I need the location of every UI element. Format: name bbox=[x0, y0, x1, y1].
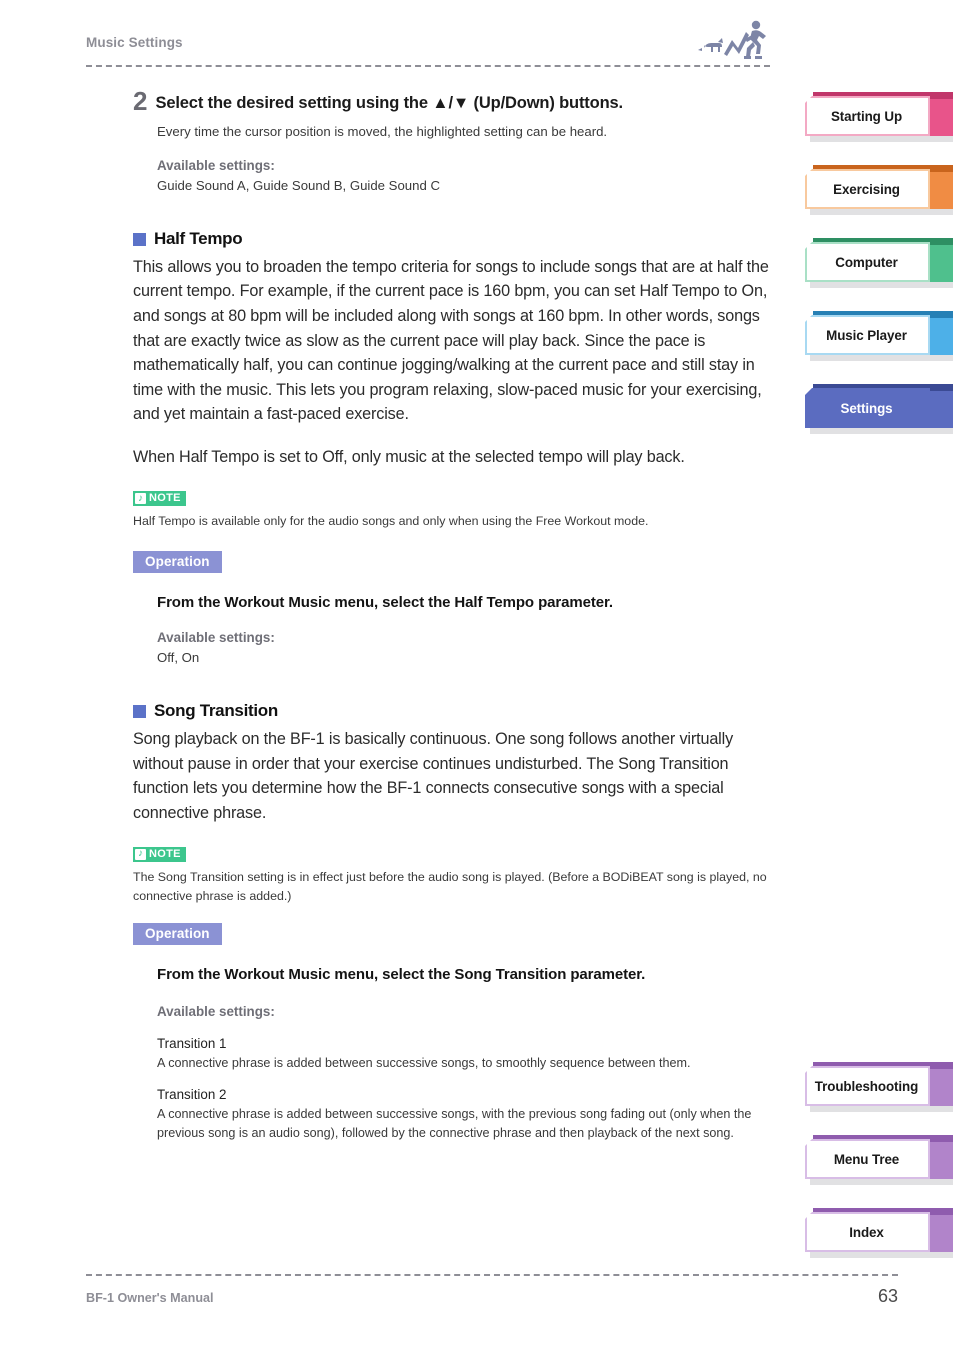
note-text: Half Tempo is available only for the aud… bbox=[133, 514, 649, 529]
operation-title: From the Workout Music menu, select the … bbox=[157, 966, 646, 984]
sidebar-item-label: Settings bbox=[840, 400, 893, 416]
step-available-label: Available settings: bbox=[157, 157, 275, 173]
sidebar-item-troubleshooting[interactable]: Troubleshooting bbox=[805, 1062, 953, 1112]
footer-manual-name: BF-1 Owner's Manual bbox=[86, 1291, 214, 1305]
section-song-transition: Song Transition Song playback on the BF-… bbox=[133, 701, 773, 1142]
section-heading-label: Half Tempo bbox=[154, 228, 243, 248]
sidebar-item-label: Menu Tree bbox=[833, 1151, 900, 1167]
note-badge-label: NOTE bbox=[149, 847, 181, 860]
sidebar-item-exercising[interactable]: Exercising bbox=[805, 165, 953, 215]
operation-badge: Operation bbox=[133, 550, 222, 573]
header-title: Music Settings bbox=[86, 35, 183, 50]
sidebar-item-computer[interactable]: Computer bbox=[805, 238, 953, 288]
option-description: A connective phrase is added between suc… bbox=[157, 1107, 752, 1140]
section-heading-half-tempo: Half Tempo bbox=[133, 229, 773, 249]
square-bullet-icon bbox=[133, 705, 146, 719]
page-header: Music Settings bbox=[86, 20, 770, 74]
operation-available-values: Off, On bbox=[157, 649, 200, 665]
music-note-icon: ♪ bbox=[135, 493, 146, 505]
note-badge: ♪ NOTE bbox=[133, 846, 186, 862]
sidebar-item-label: Troubleshooting bbox=[814, 1078, 919, 1094]
section-paragraph: Song playback on the BF-1 is basically c… bbox=[133, 729, 734, 822]
sidebar-item-label: Starting Up bbox=[830, 108, 903, 124]
note-block: ♪ NOTE The Song Transition setting is in… bbox=[133, 843, 773, 905]
section-half-tempo: Half Tempo This allows you to broaden th… bbox=[133, 229, 773, 667]
step-available-values: Guide Sound A, Guide Sound B, Guide Soun… bbox=[157, 177, 440, 193]
option-item: Transition 1 A connective phrase is adde… bbox=[157, 1034, 773, 1073]
music-note-icon: ♪ bbox=[135, 848, 146, 860]
header-divider bbox=[86, 65, 770, 67]
sidebar-item-label: Index bbox=[849, 1224, 884, 1240]
step-heading: 2 Select the desired setting using the ▲… bbox=[133, 86, 773, 114]
sidebar-item-starting-up[interactable]: Starting Up bbox=[805, 92, 953, 142]
manual-page: Music Settings 2 Select the desired sett… bbox=[0, 0, 954, 1351]
note-text: The Song Transition setting is in effect… bbox=[133, 869, 767, 903]
operation-available-label: Available settings: bbox=[157, 1004, 275, 1020]
sidebar-item-menu-tree[interactable]: Menu Tree bbox=[805, 1135, 953, 1185]
option-description: A connective phrase is added between suc… bbox=[157, 1056, 691, 1071]
main-content: 2 Select the desired setting using the ▲… bbox=[133, 86, 773, 1142]
runner-with-dog-icon bbox=[686, 18, 772, 62]
operation-block: Operation From the Workout Music menu, s… bbox=[133, 550, 773, 667]
sidebar-tabs-bottom: Troubleshooting Menu Tree Index bbox=[805, 1062, 953, 1281]
footer-page-number: 63 bbox=[877, 1286, 898, 1306]
operation-badge: Operation bbox=[133, 923, 222, 946]
note-block: ♪ NOTE Half Tempo is available only for … bbox=[133, 488, 773, 531]
sidebar-item-label: Exercising bbox=[833, 181, 900, 197]
section-paragraph: When Half Tempo is set to Off, only musi… bbox=[133, 448, 685, 467]
section-paragraph: This allows you to broaden the tempo cri… bbox=[133, 257, 769, 424]
operation-available-label: Available settings: bbox=[157, 630, 275, 646]
page-footer: BF-1 Owner's Manual 63 bbox=[86, 1274, 898, 1320]
sidebar-item-music-player[interactable]: Music Player bbox=[805, 311, 953, 361]
option-name: Transition 2 bbox=[157, 1086, 227, 1102]
sidebar-item-index[interactable]: Index bbox=[805, 1208, 953, 1258]
step-title: Select the desired setting using the ▲/▼… bbox=[155, 94, 623, 112]
sidebar-item-label: Music Player bbox=[826, 327, 907, 343]
section-heading-label: Song Transition bbox=[154, 700, 278, 720]
footer-divider bbox=[86, 1274, 898, 1276]
step-number: 2 bbox=[133, 86, 148, 116]
note-badge: ♪ NOTE bbox=[133, 491, 186, 507]
sidebar-item-label: Computer bbox=[835, 254, 898, 270]
operation-title: From the Workout Music menu, select the … bbox=[157, 593, 613, 611]
section-heading-song-transition: Song Transition bbox=[133, 701, 773, 721]
sidebar-tabs-top: Starting Up Exercising Computer Music Pl… bbox=[805, 92, 953, 457]
step-description: Every time the cursor position is moved,… bbox=[157, 123, 608, 139]
option-item: Transition 2 A connective phrase is adde… bbox=[157, 1085, 773, 1142]
option-name: Transition 1 bbox=[157, 1036, 227, 1052]
operation-block: Operation From the Workout Music menu, s… bbox=[133, 923, 773, 1142]
square-bullet-icon bbox=[133, 233, 146, 247]
note-badge-label: NOTE bbox=[149, 492, 181, 505]
sidebar-item-settings[interactable]: Settings bbox=[805, 384, 953, 434]
